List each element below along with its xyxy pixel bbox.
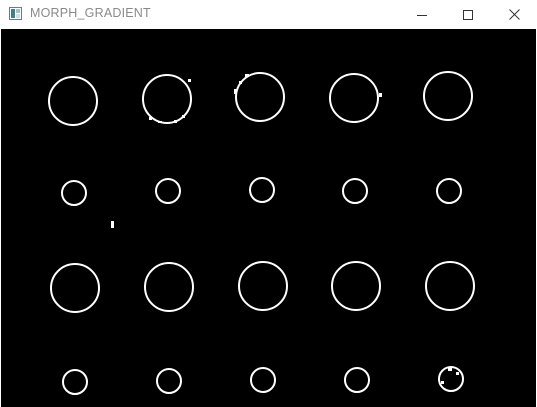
circle-outline — [249, 177, 275, 203]
circle-outline — [48, 76, 98, 126]
circle-outline — [156, 368, 182, 394]
minimize-icon — [417, 14, 427, 16]
minimize-button[interactable] — [399, 0, 445, 29]
circle-outline — [250, 367, 276, 393]
circle-outline — [342, 178, 368, 204]
circle-outline — [235, 72, 285, 122]
circle-outline — [436, 178, 462, 204]
opencv-window-icon — [9, 7, 22, 20]
noise-specks — [111, 74, 459, 384]
maximize-button[interactable] — [445, 0, 491, 29]
circle-outline — [61, 180, 87, 206]
close-button[interactable] — [491, 0, 537, 29]
circle-outline — [331, 261, 381, 311]
circle-outline — [144, 262, 194, 312]
circle-outline — [155, 178, 181, 204]
maximize-icon — [463, 9, 473, 20]
circle-outline — [344, 367, 370, 393]
circle-outline — [50, 263, 100, 313]
circle-outline — [238, 261, 288, 311]
app-window: MORPH_GRADIENT — [0, 0, 537, 407]
circle-outline — [423, 71, 473, 121]
close-icon — [508, 9, 520, 20]
title-bar[interactable]: MORPH_GRADIENT — [0, 0, 537, 29]
image-canvas — [1, 29, 536, 407]
circle-outline — [329, 73, 379, 123]
window-title: MORPH_GRADIENT — [30, 6, 151, 20]
circle-outline — [425, 261, 475, 311]
gradient-image — [48, 71, 475, 395]
circle-outline — [62, 369, 88, 395]
